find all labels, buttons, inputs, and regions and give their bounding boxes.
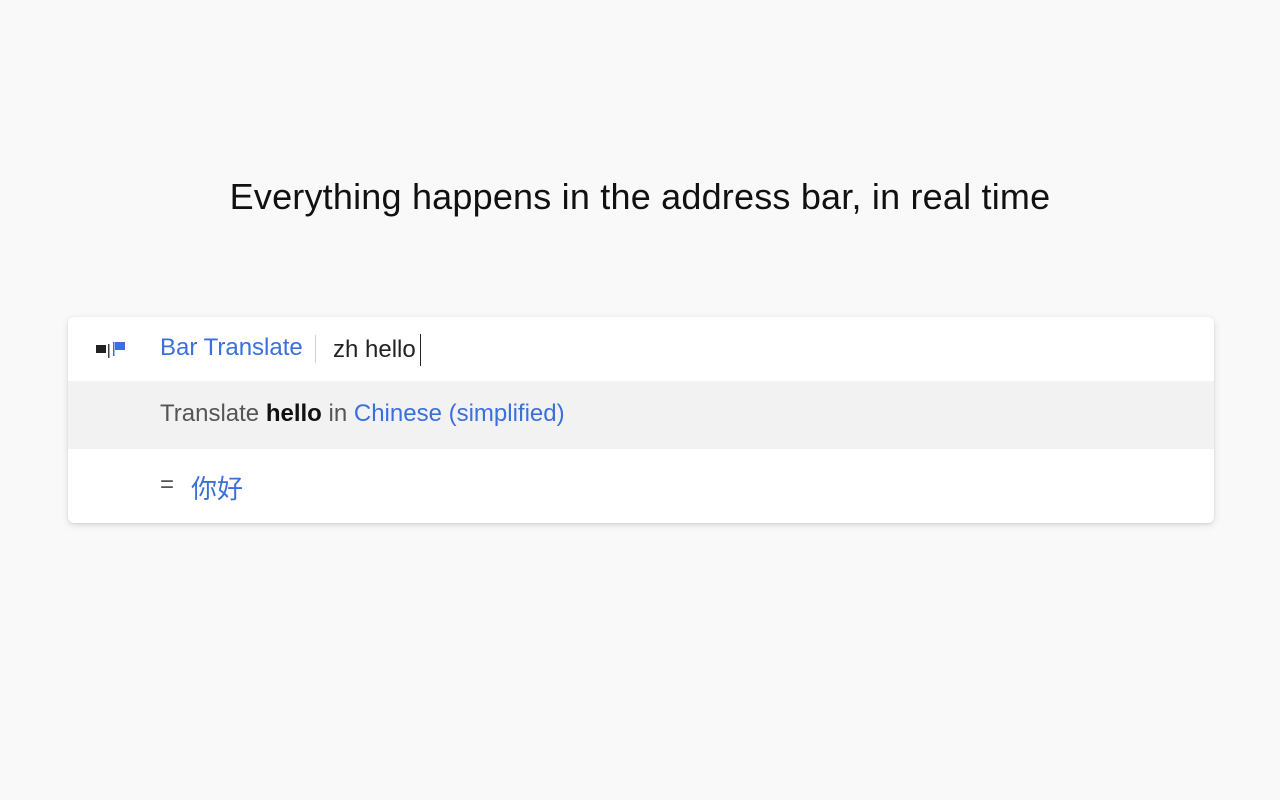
address-bar-input-row[interactable]: Bar Translate zh hello: [68, 317, 1214, 381]
suggestion-text: Translate hello in Chinese (simplified): [160, 400, 565, 428]
translate-suggestion[interactable]: Translate hello in Chinese (simplified): [68, 381, 1214, 449]
keyword-divider: [315, 335, 316, 363]
page: Everything happens in the address bar, i…: [0, 0, 1280, 800]
query-text: zh hello: [333, 336, 416, 363]
suggestion-word: hello: [265, 400, 322, 427]
equals-sign: =: [160, 471, 175, 498]
suggestion-middle: in: [328, 400, 348, 427]
headline: Everything happens in the address bar, i…: [229, 176, 1051, 217]
text-caret: [419, 334, 421, 366]
address-bar-dropdown: Bar Translate zh hello Translate hello i…: [68, 317, 1214, 523]
suggestion-language: Chinese (simplified): [353, 400, 565, 427]
translation-result[interactable]: = 你好: [68, 449, 1214, 523]
translation-text: 你好: [191, 474, 244, 504]
suggestion-prefix: Translate: [160, 400, 260, 427]
address-bar-query[interactable]: zh hello: [333, 334, 421, 366]
flag-icon: [96, 342, 125, 358]
search-engine-keyword: Bar Translate: [160, 334, 303, 361]
